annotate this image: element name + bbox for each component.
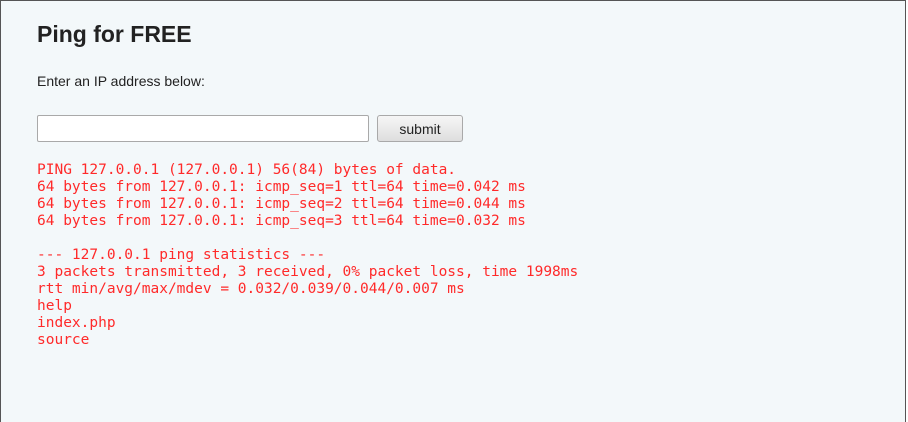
output-line: 64 bytes from 127.0.0.1: icmp_seq=2 ttl=…: [37, 196, 526, 212]
output-line: help: [37, 298, 72, 314]
content-panel: Ping for FREE Enter an IP address below:…: [0, 0, 906, 422]
ip-address-input[interactable]: [37, 115, 369, 142]
output-line: PING 127.0.0.1 (127.0.0.1) 56(84) bytes …: [37, 162, 457, 178]
command-output: PING 127.0.0.1 (127.0.0.1) 56(84) bytes …: [37, 162, 578, 349]
output-line: 64 bytes from 127.0.0.1: icmp_seq=3 ttl=…: [37, 213, 526, 229]
output-line: source: [37, 332, 90, 348]
page-title: Ping for FREE: [37, 21, 192, 47]
output-line: 64 bytes from 127.0.0.1: icmp_seq=1 ttl=…: [37, 179, 526, 195]
output-line: --- 127.0.0.1 ping statistics ---: [37, 247, 326, 263]
ip-prompt-label: Enter an IP address below:: [37, 73, 205, 89]
output-line: rtt min/avg/max/mdev = 0.032/0.039/0.044…: [37, 281, 465, 297]
output-line: index.php: [37, 315, 116, 331]
output-blank-line: [37, 230, 578, 247]
output-line: 3 packets transmitted, 3 received, 0% pa…: [37, 264, 579, 280]
submit-button[interactable]: submit: [377, 115, 463, 142]
